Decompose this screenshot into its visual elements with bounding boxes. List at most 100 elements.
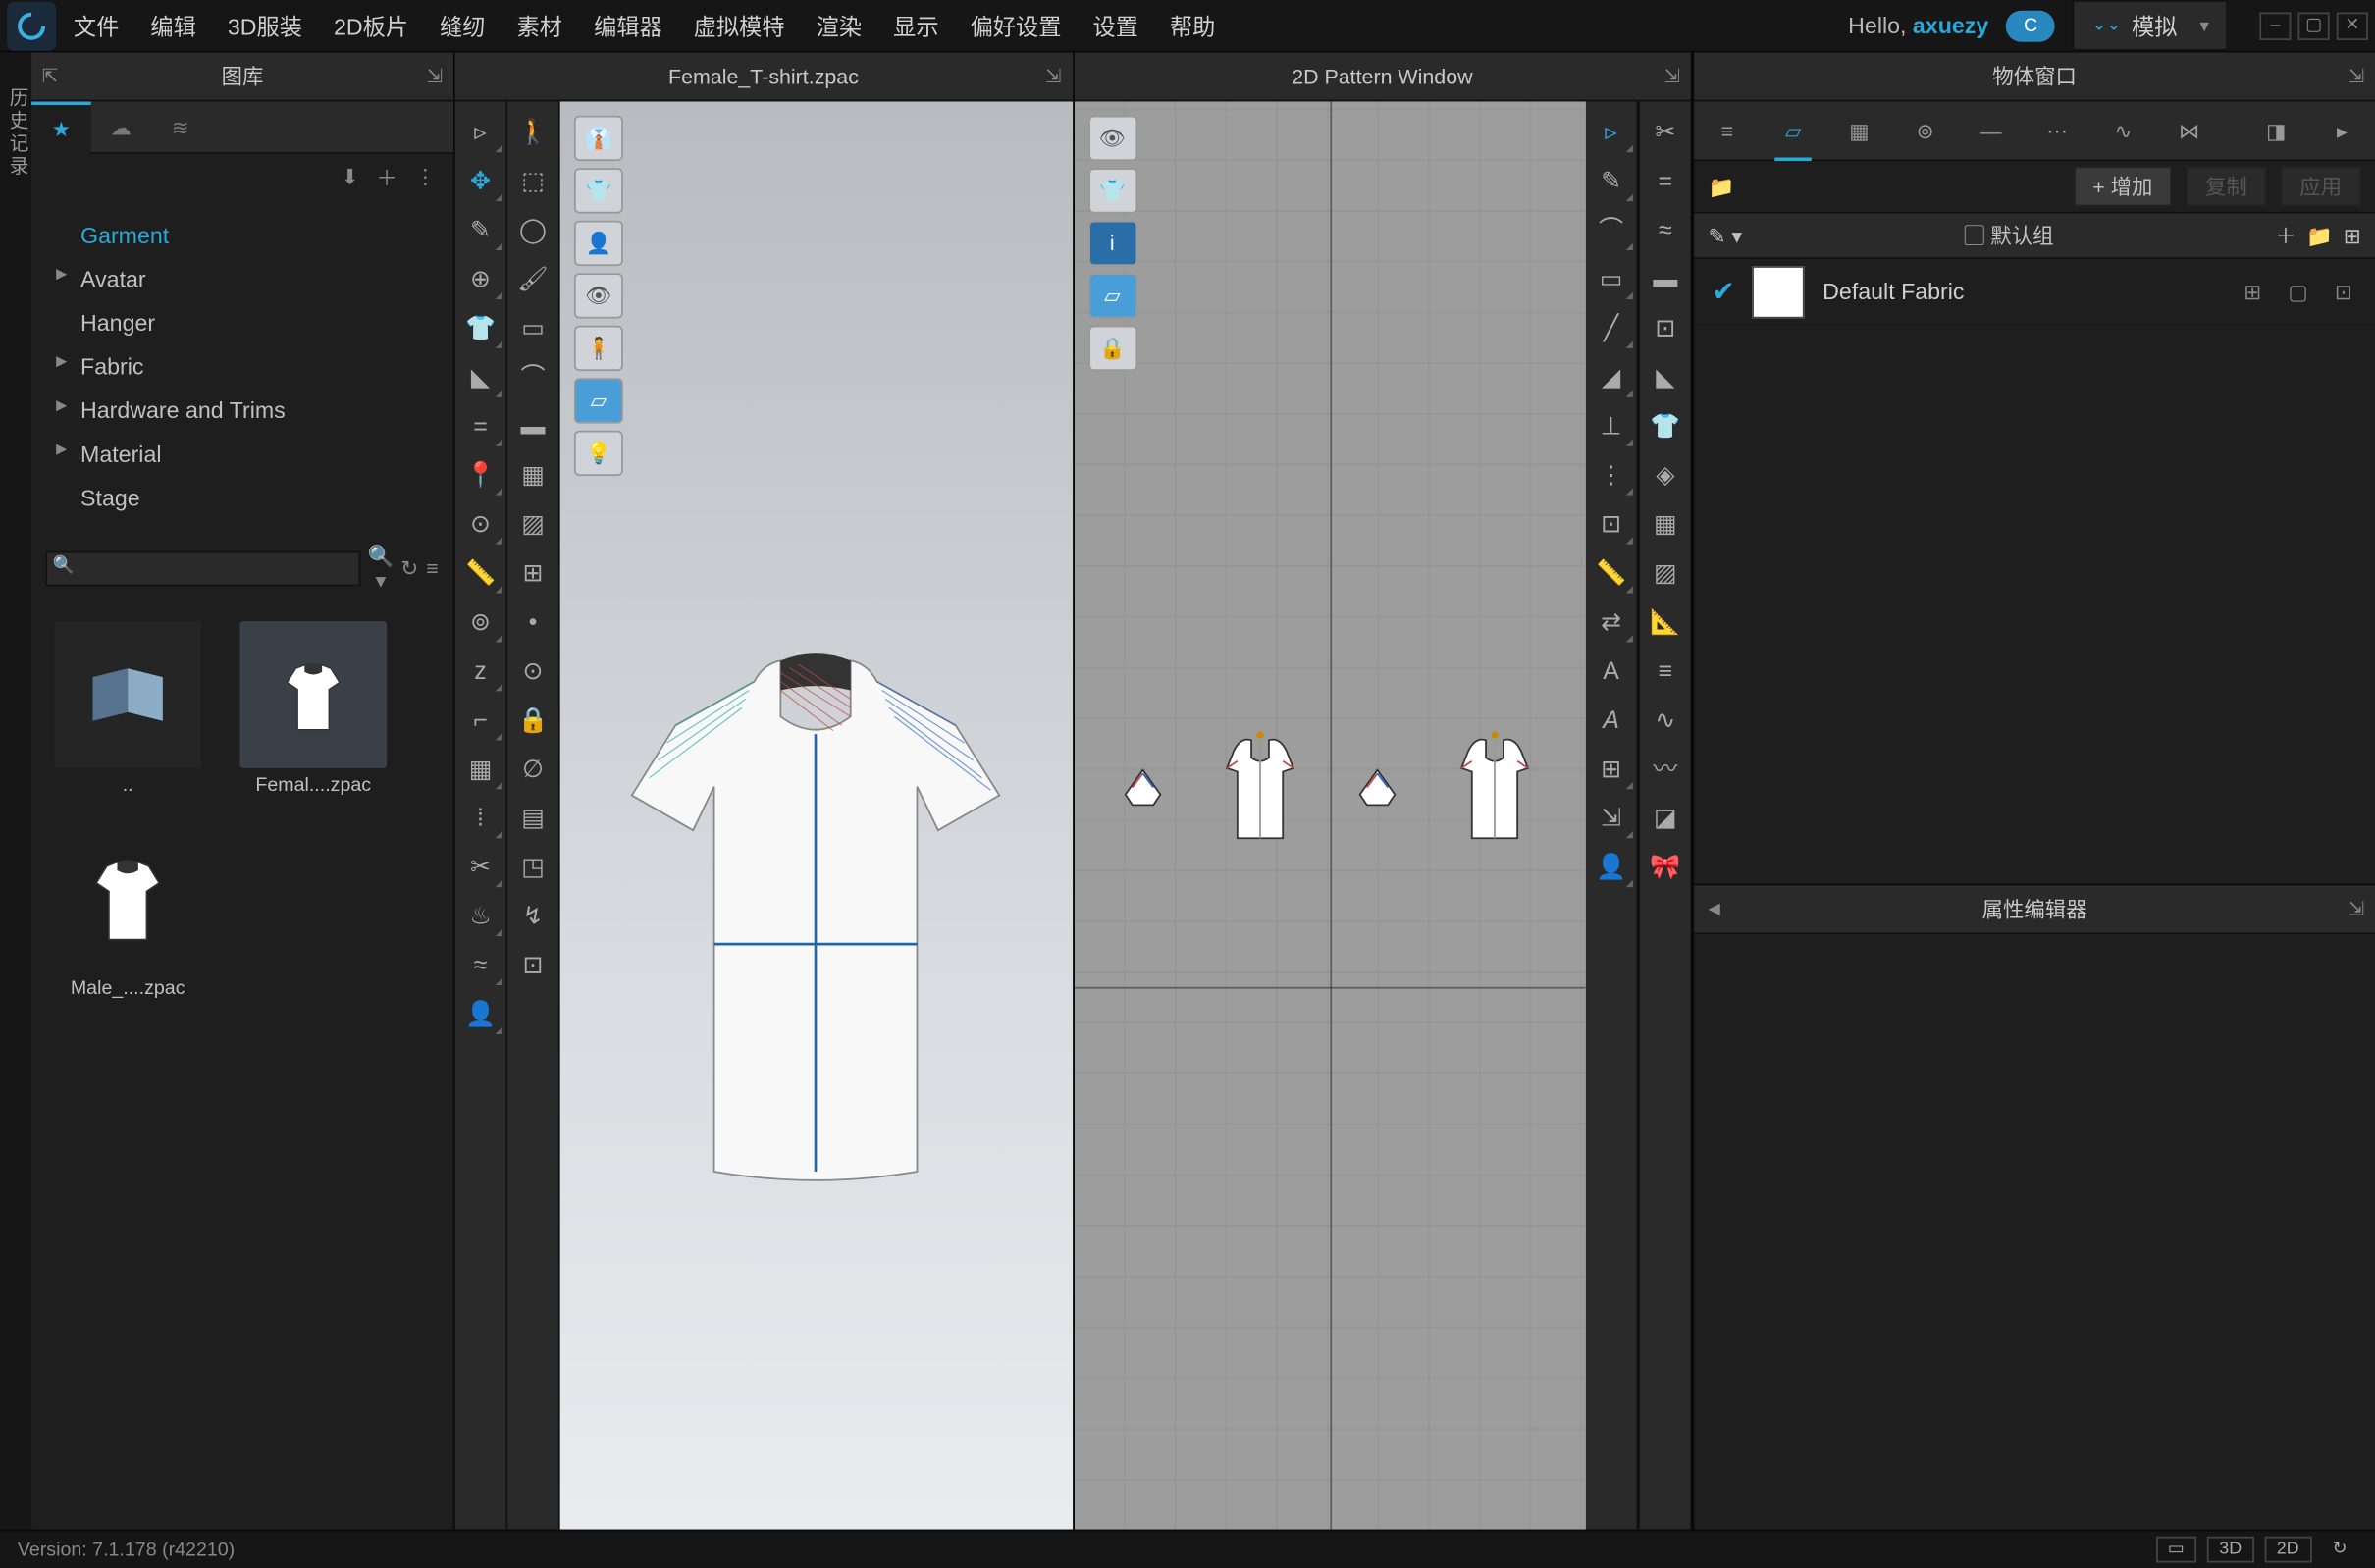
tool-2d-wave[interactable]: ∿ xyxy=(1643,697,1688,742)
grid-icon[interactable]: ⊡ xyxy=(2330,279,2358,303)
tool-2d-trace[interactable]: ⊡ xyxy=(1588,500,1633,546)
tool-topstitch[interactable]: ⁞ xyxy=(457,795,502,840)
tool-button[interactable]: ⊚ xyxy=(457,599,502,644)
tool-hide[interactable]: ∅ xyxy=(510,746,555,791)
status-3d-button[interactable]: 3D xyxy=(2207,1537,2254,1563)
menu-help[interactable]: 帮助 xyxy=(1170,9,1215,42)
display-eye-icon[interactable]: 👁 xyxy=(1087,116,1136,161)
popin-icon[interactable]: ⇱ xyxy=(42,65,58,87)
tool-2d-pleat[interactable]: ⊡ xyxy=(1643,304,1688,349)
tool-avatar[interactable]: 👤 xyxy=(457,990,502,1035)
pattern-sleeve-r[interactable] xyxy=(1356,762,1399,811)
tree-item-avatar[interactable]: ▶Avatar xyxy=(31,257,453,301)
tool-zipper[interactable]: z xyxy=(457,648,502,693)
tool-tack[interactable]: ⊙ xyxy=(457,500,502,546)
tool-2d-notch[interactable]: ⊥ xyxy=(1588,402,1633,447)
tool-steam[interactable]: ♨ xyxy=(457,893,502,938)
fabric-swatch[interactable] xyxy=(1753,265,1806,318)
tool-2d-wave2[interactable]: 〰 xyxy=(1643,746,1688,791)
tool-2d-text-a[interactable]: A xyxy=(1588,648,1633,693)
tool-2d-measure[interactable]: 📏 xyxy=(1588,549,1633,595)
popout-icon[interactable]: ⇲ xyxy=(1045,65,1061,87)
add-instance-icon[interactable]: ⊞ xyxy=(2239,279,2267,303)
display-page-icon[interactable]: ▱ xyxy=(1087,273,1136,318)
popout-icon[interactable]: ⇲ xyxy=(2349,898,2364,920)
menu-display[interactable]: 显示 xyxy=(893,9,938,42)
refresh-icon[interactable]: ↻ xyxy=(400,556,418,581)
tool-2d-binding[interactable]: ⊞ xyxy=(1588,746,1633,791)
add-icon[interactable]: ＋ xyxy=(2275,221,2296,250)
thumb-parent-folder[interactable]: .. xyxy=(49,621,207,796)
obj-tab-line[interactable]: — xyxy=(1969,106,2014,155)
tool-lock[interactable]: 🔒 xyxy=(510,697,555,742)
tool-graphic[interactable]: ▦ xyxy=(457,746,502,791)
check-icon[interactable]: ✔ xyxy=(1712,274,1735,309)
obj-tab-bow[interactable]: ⋈ xyxy=(2167,106,2212,155)
search-icon[interactable]: 🔍▾ xyxy=(368,545,395,594)
tool-2d-curve[interactable]: ⌒ xyxy=(1588,206,1633,251)
tool-2d-ruler[interactable]: 📐 xyxy=(1643,599,1688,644)
tool-2d-fit[interactable]: 👤 xyxy=(1588,844,1633,889)
fabric-item[interactable]: ✔ Default Fabric ⊞ ▢ ⊡ xyxy=(1694,259,2375,326)
add-button[interactable]: + 增加 xyxy=(2074,166,2172,206)
tool-box[interactable]: ▭ xyxy=(510,304,555,349)
tool-2d-free[interactable]: ≈ xyxy=(1643,206,1688,251)
tree-item-hanger[interactable]: Hanger xyxy=(31,301,453,345)
tool-2d-grading[interactable]: ⇲ xyxy=(1588,795,1633,840)
menu-settings[interactable]: 设置 xyxy=(1093,9,1138,42)
tool-arrange[interactable]: 👕 xyxy=(457,304,502,349)
menu-sewing[interactable]: 缝纫 xyxy=(440,9,485,42)
tool-2d-dart[interactable]: ◢ xyxy=(1588,353,1633,398)
tool-gizmo[interactable]: ⊕ xyxy=(457,255,502,300)
status-2d-button[interactable]: 2D xyxy=(2264,1537,2311,1563)
tool-2d-fold2[interactable]: ◣ xyxy=(1643,353,1688,398)
tool-2d-line[interactable]: ╱ xyxy=(1588,304,1633,349)
tree-item-hardware[interactable]: ▶Hardware and Trims xyxy=(31,389,453,433)
copy-button[interactable]: 复制 xyxy=(2186,166,2266,206)
tool-texture[interactable]: ▨ xyxy=(510,500,555,546)
tool-2d-shirt[interactable]: 👕 xyxy=(1643,402,1688,447)
tool-2d-tag[interactable]: ◪ xyxy=(1643,795,1688,840)
obj-tab-button[interactable]: ⊚ xyxy=(1903,106,1948,155)
pattern-sleeve-l[interactable] xyxy=(1122,762,1164,811)
tool-edit-mesh[interactable]: ✎ xyxy=(457,206,502,251)
tool-2d-select[interactable]: ▹ xyxy=(1588,109,1633,154)
pencil-icon[interactable]: ✎ ▾ xyxy=(1709,223,1743,247)
display-surface-icon[interactable]: ▱ xyxy=(574,378,623,423)
menu-edit[interactable]: 编辑 xyxy=(150,9,195,42)
obj-tab-stitch[interactable]: ⋯ xyxy=(2034,106,2080,155)
tool-2d-check[interactable]: ▨ xyxy=(1643,549,1688,595)
tree-item-material[interactable]: ▶Material xyxy=(31,432,453,476)
folder-icon[interactable]: 📁 xyxy=(1709,174,1735,198)
window-close-icon[interactable]: ✕ xyxy=(2337,12,2368,40)
menu-materials[interactable]: 素材 xyxy=(517,9,562,42)
chevron-left-icon[interactable]: ◀ xyxy=(1709,900,1720,919)
thumb-female-tshirt[interactable]: Femal....zpac xyxy=(235,621,393,796)
display-light-icon[interactable]: 💡 xyxy=(574,431,623,476)
display-avatar-icon[interactable]: 👤 xyxy=(574,221,623,266)
tool-2d-iron[interactable]: ▬ xyxy=(1643,255,1688,300)
display-info-icon[interactable]: i xyxy=(1087,221,1136,266)
pattern-front[interactable] xyxy=(1216,726,1303,849)
tool-grid[interactable]: ▦ xyxy=(510,451,555,497)
tool-smooth[interactable]: ⌒ xyxy=(510,353,555,398)
tool-lasso[interactable]: ◯ xyxy=(510,206,555,251)
more-icon[interactable]: ⊞ xyxy=(2344,223,2361,247)
display-garment-icon[interactable]: 👔 xyxy=(574,116,623,161)
tool-wind[interactable]: ↯ xyxy=(510,893,555,938)
tool-circle2[interactable]: ⊙ xyxy=(510,648,555,693)
tool-2d-grid2[interactable]: ▦ xyxy=(1643,500,1688,546)
tool-2d-smock[interactable]: ◈ xyxy=(1643,451,1688,497)
display-lock-icon[interactable]: 🔒 xyxy=(1087,326,1136,371)
menu-preferences[interactable]: 偏好设置 xyxy=(971,9,1062,42)
window-minimize-icon[interactable]: – xyxy=(2259,12,2291,40)
app-logo[interactable] xyxy=(7,1,56,50)
default-group-header[interactable]: ✎ ▾ ▢ 默认组 ＋ 📁 ⊞ xyxy=(1694,214,2375,259)
paste-icon[interactable]: ▢ xyxy=(2284,279,2312,303)
tool-trim[interactable]: ✂ xyxy=(457,844,502,889)
tool-tag[interactable]: ⊡ xyxy=(510,941,555,986)
display-shirt-icon[interactable]: 👕 xyxy=(1087,168,1136,213)
pattern-back[interactable] xyxy=(1451,726,1538,849)
window-restore-icon[interactable]: ▢ xyxy=(2298,12,2330,40)
tool-puckering[interactable]: ≈ xyxy=(457,941,502,986)
